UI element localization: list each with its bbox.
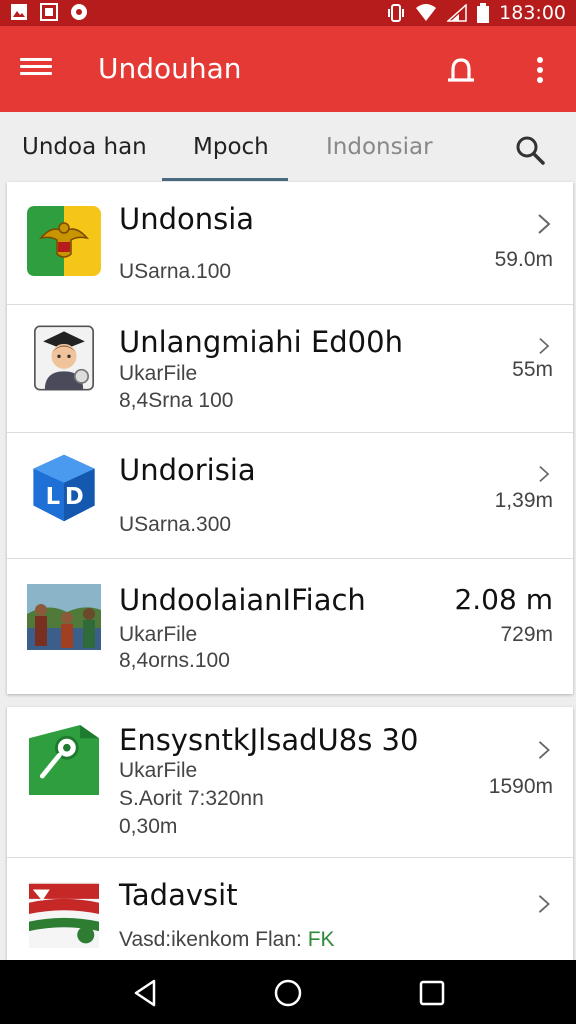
gallery-icon: [40, 3, 58, 21]
item-title: UndoolaianIFiach: [119, 583, 366, 617]
list-item[interactable]: L D Undorisia USarna.300 1,39m: [7, 433, 573, 559]
app-bar: Undouhan: [0, 26, 576, 112]
item-meta: 8,4Srna 100: [119, 389, 234, 412]
svg-text:D: D: [65, 484, 84, 510]
item-title: EnsysntkJlsadU8s 30: [119, 723, 419, 757]
chevron-right-icon: [539, 466, 550, 482]
back-icon[interactable]: [130, 978, 160, 1008]
graduate-avatar-icon: [34, 325, 94, 391]
chevron-right-icon: [538, 741, 550, 759]
search-icon[interactable]: [514, 134, 546, 166]
home-icon[interactable]: [273, 978, 303, 1008]
record-icon: [71, 4, 87, 20]
item-publisher: UkarFile: [119, 362, 198, 385]
item-publisher: UkarFile: [119, 759, 198, 782]
chevron-right-icon: [538, 895, 550, 913]
item-publisher: USarna.100: [119, 260, 232, 283]
item-size: 1590m: [488, 775, 553, 798]
tab-mpoch[interactable]: Mpoch: [193, 134, 269, 160]
list-item[interactable]: EnsysntkJlsadU8s 30 UkarFile S.Aorit 7:3…: [7, 707, 573, 858]
chevron-right-icon: [538, 214, 551, 234]
item-meta: 0,30m: [119, 815, 178, 838]
cube-app-icon: L D: [33, 454, 95, 522]
image-icon: [11, 4, 27, 20]
app-list-card: Undonsia USarna.100 59.0m Unlangmiahi Ed…: [7, 182, 573, 694]
garuda-app-icon: [27, 206, 101, 276]
list-item[interactable]: Tadavsit Vasd:ikenkom Flan: FK: [7, 858, 573, 967]
item-title: Tadavsit: [119, 878, 238, 912]
item-title: Unlangmiahi Ed00h: [119, 325, 403, 359]
item-size: 729m: [500, 623, 553, 646]
bell-icon[interactable]: [444, 54, 478, 88]
list-item[interactable]: UndoolaianIFiach UkarFile 8,4orns.100 2.…: [7, 559, 573, 694]
item-meta: S.Aorit 7:320nn: [119, 787, 264, 810]
item-size: 55m: [512, 358, 553, 381]
item-size-primary: 2.08 m: [454, 583, 553, 616]
battery-icon: [477, 3, 490, 23]
recents-icon[interactable]: [417, 978, 447, 1008]
list-item[interactable]: Undonsia USarna.100 59.0m: [7, 182, 573, 305]
status-bar: 183:00: [0, 0, 576, 26]
vibrate-icon: [388, 4, 405, 22]
tab-bar: Undoa han Mpoch Indonsiar: [0, 112, 576, 182]
tab-indonsiar[interactable]: Indonsiar: [326, 134, 433, 160]
list-item[interactable]: Unlangmiahi Ed00h UkarFile 8,4Srna 100 5…: [7, 305, 573, 433]
item-size: 1,39m: [494, 489, 553, 512]
menu-icon[interactable]: [20, 54, 52, 84]
status-time: 183:00: [499, 2, 566, 24]
tab-indicator: [162, 178, 288, 181]
item-meta: 8,4orns.100: [119, 649, 230, 672]
tab-undoahan[interactable]: Undoa han: [22, 134, 147, 160]
item-title: Undorisia: [119, 453, 256, 487]
svg-text:L: L: [46, 484, 61, 510]
flag-app-icon: [29, 881, 99, 949]
app-list-card: EnsysntkJlsadU8s 30 UkarFile S.Aorit 7:3…: [7, 707, 573, 967]
item-title: Undonsia: [119, 202, 255, 236]
item-publisher: USarna.300: [119, 513, 232, 536]
item-size: 59.0m: [494, 248, 553, 271]
navigation-bar: [0, 960, 576, 1024]
map-pin-app-icon: [29, 725, 99, 795]
more-vert-icon[interactable]: [528, 54, 552, 88]
item-publisher: UkarFile: [119, 623, 198, 646]
people-photo-icon: [27, 584, 101, 650]
chevron-right-icon: [539, 338, 550, 354]
app-title: Undouhan: [98, 52, 242, 85]
signal-icon: [447, 4, 467, 22]
item-publisher: Vasd:ikenkom Flan: FK: [119, 928, 335, 951]
wifi-icon: [416, 4, 437, 21]
